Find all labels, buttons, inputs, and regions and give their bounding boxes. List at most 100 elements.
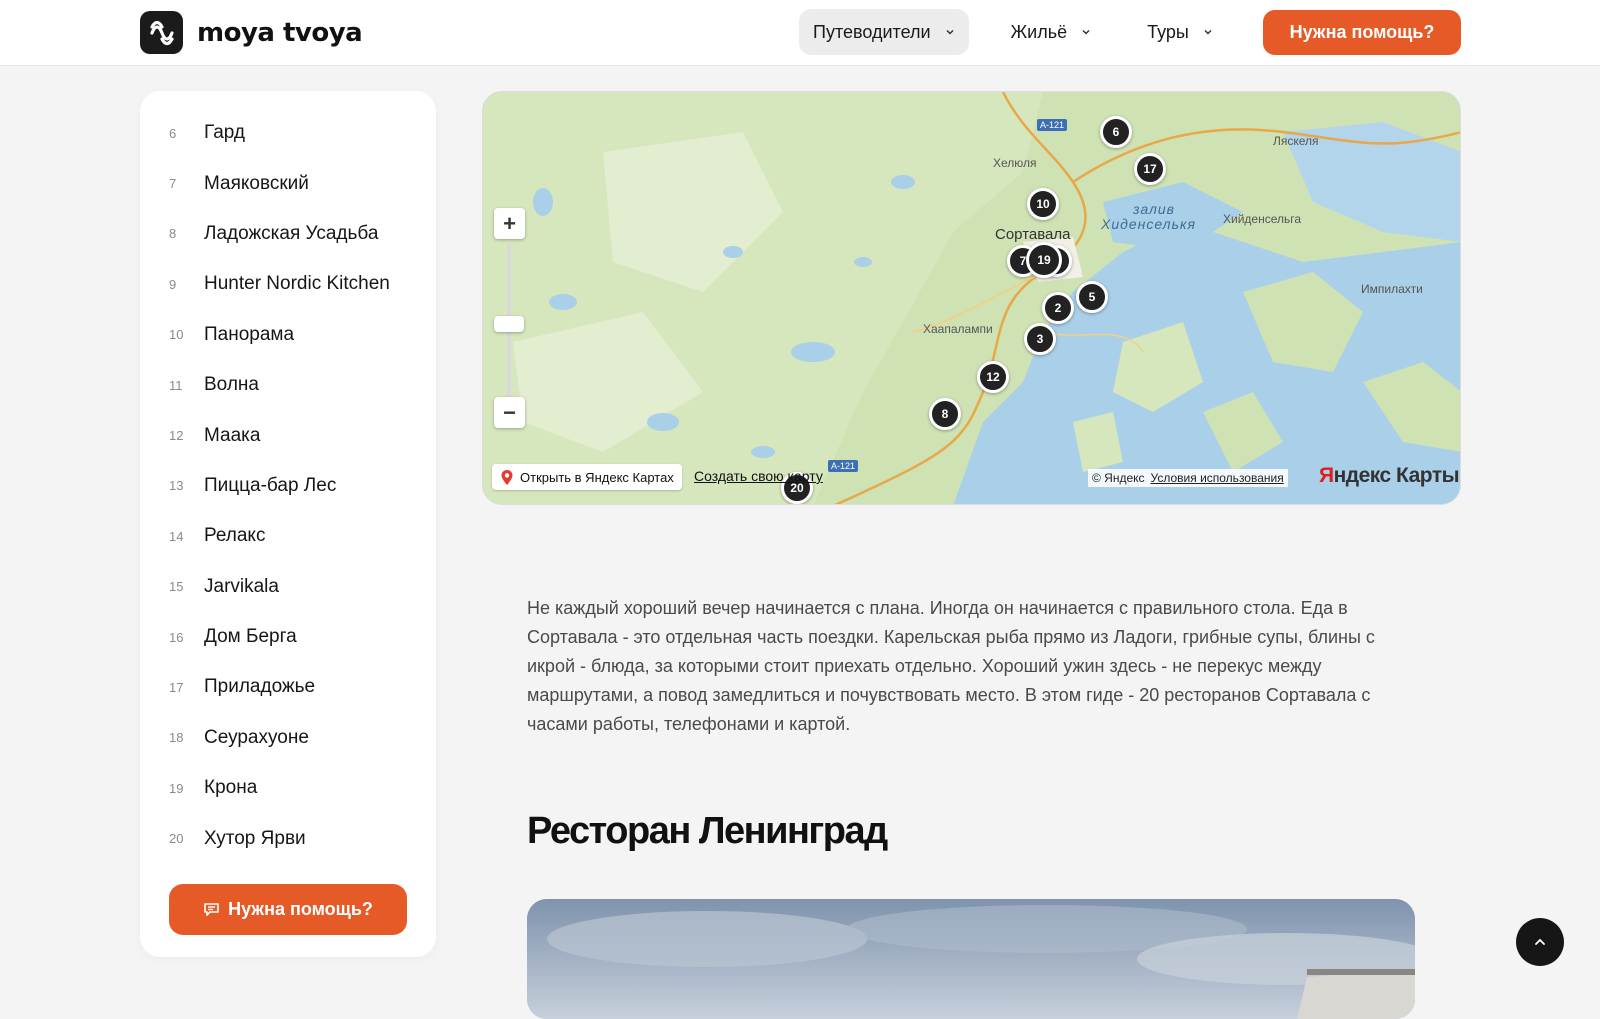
toc-item-number: 15 bbox=[169, 579, 184, 595]
toc-item-number: 14 bbox=[169, 528, 184, 544]
toc-item-label: Релакс bbox=[204, 525, 266, 547]
sidebar-help-button[interactable]: Нужна помощь? bbox=[169, 884, 407, 935]
toc-item-label: Hunter Nordic Kitchen bbox=[204, 273, 390, 295]
map-marker-19[interactable]: 19 bbox=[1026, 242, 1062, 278]
toc-item[interactable]: 12 Маака bbox=[169, 410, 390, 460]
map-terms-link[interactable]: Условия использования bbox=[1151, 471, 1284, 485]
toc-item-label: Jarvikala bbox=[204, 575, 279, 597]
sidebar-help-label: Нужна помощь? bbox=[228, 899, 373, 919]
toc-item-label: Пицца-бар Лес bbox=[204, 474, 337, 496]
scroll-to-top-button[interactable] bbox=[1516, 918, 1564, 966]
toc-item[interactable]: 14 Релакс bbox=[169, 511, 390, 561]
toc-item-label: Ладожская Усадьба bbox=[204, 222, 379, 244]
toc-item-number: 20 bbox=[169, 831, 184, 847]
toc-item[interactable]: 10 Панорама bbox=[169, 310, 390, 360]
nav-tours-label: Туры bbox=[1147, 21, 1189, 42]
toc-item[interactable]: 17 Приладожье bbox=[169, 662, 390, 712]
chevron-down-icon bbox=[1082, 29, 1090, 35]
toc-item-number: 6 bbox=[169, 125, 177, 141]
logo-icon bbox=[140, 11, 183, 54]
map-marker-3[interactable]: 3 bbox=[1024, 323, 1056, 355]
toc-item[interactable]: 8 Ладожская Усадьба bbox=[169, 209, 390, 259]
map-marker-2[interactable]: 2 bbox=[1042, 292, 1074, 324]
toc-item-number: 7 bbox=[169, 176, 177, 192]
toc-item-label: Маака bbox=[204, 424, 261, 446]
zoom-in-button[interactable]: + bbox=[494, 208, 525, 239]
restaurants-map[interactable]: + − Сортавала Хелюля Хаапалампи Ляскеля … bbox=[482, 91, 1461, 505]
toc-item-number: 19 bbox=[169, 780, 184, 796]
toc-item-label: Панорама bbox=[204, 323, 295, 345]
toc-item[interactable]: 7 Маяковский bbox=[169, 158, 390, 208]
toc-item[interactable]: 6 Гард bbox=[169, 108, 390, 158]
toc-item-label: Хутор Ярви bbox=[204, 827, 306, 849]
map-marker-10[interactable]: 10 bbox=[1027, 188, 1059, 220]
map-marker-5[interactable]: 5 bbox=[1076, 281, 1108, 313]
open-in-yandex-maps-label: Открыть в Яндекс Картах bbox=[520, 469, 674, 485]
chevron-up-icon bbox=[1535, 938, 1545, 945]
map-marker-12[interactable]: 12 bbox=[977, 361, 1009, 393]
toc-item-number: 18 bbox=[169, 730, 184, 746]
toc-item-label: Волна bbox=[204, 374, 259, 396]
yandex-maps-logo[interactable]: Яндекс Карты bbox=[1319, 464, 1460, 488]
map-copyright: © Яндекс bbox=[1092, 471, 1145, 485]
chat-icon bbox=[204, 903, 219, 916]
toc-item[interactable]: 15 Jarvikala bbox=[169, 562, 390, 612]
toc-item-label: Приладожье bbox=[204, 676, 316, 698]
toc-item[interactable]: 20 Хутор Ярви bbox=[169, 813, 390, 863]
open-in-yandex-maps-button[interactable]: Открыть в Яндекс Картах bbox=[492, 464, 682, 490]
road-sign: A-121 bbox=[1037, 119, 1068, 131]
main-nav: Путеводители Жильё Туры bbox=[799, 9, 1227, 55]
chevron-down-icon bbox=[1204, 29, 1212, 35]
map-label-haapalampi: Хаапалампи bbox=[923, 322, 993, 336]
header-help-button[interactable]: Нужна помощь? bbox=[1263, 10, 1461, 55]
map-label-laskela: Ляскеля bbox=[1273, 134, 1319, 148]
toc-item-label: Дом Берга bbox=[204, 626, 297, 648]
nav-tours[interactable]: Туры bbox=[1133, 9, 1227, 55]
zoom-slider-handle[interactable] bbox=[494, 316, 524, 332]
toc-item-label: Маяковский bbox=[204, 172, 309, 194]
restaurant-heading: Ресторан Ленинград bbox=[527, 810, 888, 852]
map-label-sortavala: Сортавала bbox=[995, 226, 1071, 243]
table-of-contents: 6 Гард 7 Маяковский 8 Ладожская Усадьба 9 Hunte… bbox=[140, 91, 436, 957]
road-sign: A-121 bbox=[828, 460, 859, 472]
map-marker-17[interactable]: 17 bbox=[1134, 153, 1166, 185]
zoom-out-button[interactable]: − bbox=[494, 397, 525, 428]
create-map-link[interactable]: Создать свою карту bbox=[694, 468, 823, 484]
map-pin-icon bbox=[501, 469, 513, 485]
article-intro: Не каждый хороший вечер начинается с пла… bbox=[527, 598, 1375, 734]
map-label-bay: залив bbox=[1133, 201, 1175, 217]
brand-name: moya tvoya bbox=[197, 17, 363, 48]
logo[interactable]: moya tvoya bbox=[140, 11, 363, 54]
toc-item[interactable]: 18 Сеурахуоне bbox=[169, 713, 390, 763]
toc-item-label: Гард bbox=[204, 122, 246, 144]
toc-item[interactable]: 11 Волна bbox=[169, 360, 390, 410]
restaurant-photo-image bbox=[527, 899, 1415, 1019]
nav-housing[interactable]: Жильё bbox=[997, 9, 1106, 55]
toc-item-number: 17 bbox=[169, 679, 184, 695]
toc-item-number: 12 bbox=[169, 428, 184, 444]
toc-item-number: 8 bbox=[169, 226, 177, 242]
map-label-hiidenselga: Хийденсельга bbox=[1223, 212, 1302, 226]
map-label-helyulya: Хелюля bbox=[993, 156, 1037, 170]
map-marker-6[interactable]: 6 bbox=[1100, 116, 1132, 148]
map-label-impilahti: Импилахти bbox=[1361, 282, 1423, 296]
toc-item-number: 9 bbox=[169, 276, 177, 292]
toc-item-label: Сеурахуоне bbox=[204, 726, 309, 748]
toc-item-label: Крона bbox=[204, 777, 258, 799]
toc-item-number: 10 bbox=[169, 327, 184, 343]
map-marker-8[interactable]: 8 bbox=[929, 398, 961, 430]
nav-guides[interactable]: Путеводители bbox=[799, 9, 969, 55]
toc-item[interactable]: 19 Крона bbox=[169, 763, 390, 813]
toc-item[interactable]: 9 Hunter Nordic Kitchen bbox=[169, 259, 390, 309]
toc-item[interactable]: 16 Дом Берга bbox=[169, 612, 390, 662]
toc-item-number: 16 bbox=[169, 629, 184, 645]
site-header: moya tvoya Путеводители Жильё Туры Нужна… bbox=[0, 0, 1600, 66]
toc-item-number: 13 bbox=[169, 478, 184, 494]
toc-list: 6 Гард 7 Маяковский 8 Ладожская Усадьба 9 Hunte… bbox=[169, 108, 390, 864]
restaurant-photo bbox=[527, 899, 1415, 1019]
map-attribution: © Яндекс Условия использования bbox=[1088, 469, 1288, 487]
toc-item-number: 11 bbox=[169, 377, 183, 393]
toc-item[interactable]: 13 Пицца-бар Лес bbox=[169, 461, 390, 511]
chevron-down-icon bbox=[946, 29, 954, 35]
nav-housing-label: Жильё bbox=[1010, 21, 1068, 42]
